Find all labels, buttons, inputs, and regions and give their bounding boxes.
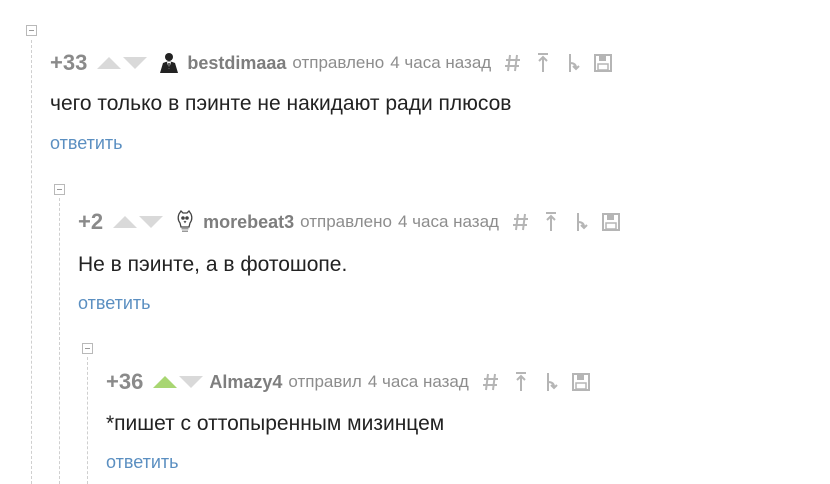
save-icon[interactable] [601, 211, 621, 233]
upvote-button[interactable] [153, 376, 178, 388]
reply-link[interactable]: ответить [106, 452, 179, 473]
man-in-suit-icon [157, 51, 181, 75]
comment-username[interactable]: bestdimaaa [187, 53, 286, 74]
thread-line-level-1 [31, 40, 32, 484]
comment-header: +33 bestdimaaa отправлено 4 часа назад [50, 50, 613, 76]
comment-header: +36 Almazy4 отправил 4 часа назад [106, 369, 591, 395]
downvote-button[interactable] [123, 57, 148, 69]
save-icon[interactable] [593, 52, 613, 74]
comment-header: +2 morebeat3 отправлено 4 часа назад [78, 209, 621, 235]
comment-action: отправлено [300, 212, 392, 231]
branch-icon[interactable] [541, 371, 561, 393]
downvote-button[interactable] [179, 376, 204, 388]
go-to-parent-icon[interactable] [533, 52, 553, 74]
downvote-button[interactable] [139, 216, 164, 228]
reply-link[interactable]: ответить [50, 133, 123, 154]
comment-text: чего только в пэинте не накидают ради пл… [50, 92, 512, 115]
collapse-comment-button[interactable] [26, 25, 37, 36]
comment-time[interactable]: 4 часа назад [390, 53, 491, 73]
comment-action: отправил [288, 372, 362, 391]
comment-username[interactable]: morebeat3 [203, 212, 294, 233]
lightbulb-owl-icon [173, 210, 197, 234]
thread-line-level-2 [59, 198, 60, 484]
collapse-comment-button[interactable] [54, 184, 65, 195]
comment-text: *пишет с оттопыренным мизинцем [106, 412, 445, 435]
thread-line-level-3 [87, 357, 88, 484]
comment-text: Не в пэинте, а в фотошопе. [78, 253, 348, 276]
branch-icon[interactable] [571, 211, 591, 233]
hash-link-icon[interactable] [503, 52, 523, 74]
branch-icon[interactable] [563, 52, 583, 74]
comment-time[interactable]: 4 часа назад [398, 212, 499, 232]
go-to-parent-icon[interactable] [511, 371, 531, 393]
hash-link-icon[interactable] [511, 211, 531, 233]
comment-rating: +33 [50, 50, 88, 75]
go-to-parent-icon[interactable] [541, 211, 561, 233]
save-icon[interactable] [571, 371, 591, 393]
comment-username[interactable]: Almazy4 [209, 372, 282, 393]
reply-link[interactable]: ответить [78, 293, 151, 314]
upvote-button[interactable] [113, 216, 138, 228]
comment-action: отправлено [292, 53, 385, 72]
collapse-comment-button[interactable] [82, 343, 93, 354]
comment-rating: +36 [106, 369, 144, 394]
comment-rating: +2 [78, 209, 104, 234]
hash-link-icon[interactable] [481, 371, 501, 393]
comment-time[interactable]: 4 часа назад [368, 372, 469, 392]
upvote-button[interactable] [97, 57, 122, 69]
